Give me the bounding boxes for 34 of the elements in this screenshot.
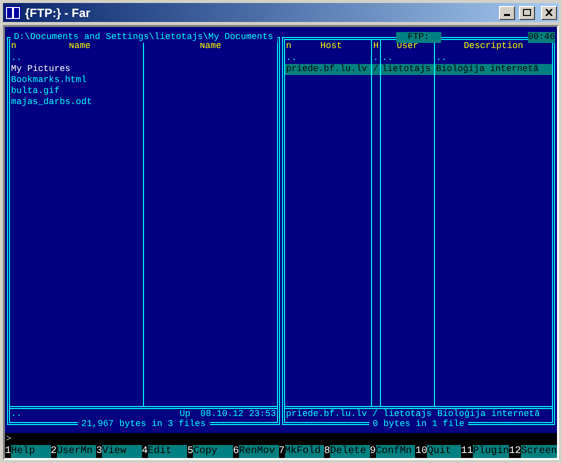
minimize-button[interactable] bbox=[499, 6, 515, 20]
panel-path: D:\Documents and Settings\lietotajs\My Documents bbox=[10, 32, 278, 43]
maximize-button[interactable] bbox=[519, 6, 535, 20]
panel-title: FTP: bbox=[396, 32, 442, 43]
info-name: .. bbox=[11, 409, 22, 420]
info-line: priede.bf.lu.lv / lietotajs Bioloģija internetā bbox=[286, 409, 540, 420]
column-header: H bbox=[372, 40, 380, 53]
info-type: Up bbox=[180, 409, 190, 420]
file-item[interactable]: My Pictures bbox=[10, 64, 143, 75]
window-title: {FTP:} - Far bbox=[25, 4, 92, 22]
table-cell[interactable]: .. bbox=[285, 53, 371, 64]
file-item[interactable]: majas_darbs.odt bbox=[10, 97, 143, 108]
view-mode-label: n bbox=[285, 40, 292, 53]
table-cell[interactable]: lietotajs bbox=[381, 64, 434, 75]
panel-summary: 21,967 bytes in 3 files bbox=[77, 419, 210, 430]
column-header: Description bbox=[462, 40, 524, 53]
close-icon bbox=[545, 9, 553, 16]
column-header: Name bbox=[200, 40, 222, 53]
column-header: Host bbox=[319, 40, 343, 53]
panel-summary: 0 bytes in 1 file bbox=[368, 419, 468, 430]
app-icon bbox=[5, 6, 21, 20]
close-button[interactable] bbox=[541, 6, 557, 20]
maximize-icon bbox=[523, 9, 531, 16]
clock: 00:46 bbox=[528, 32, 555, 43]
table-cell[interactable]: priede.bf.lu.lv bbox=[285, 64, 371, 75]
file-item[interactable]: Bookmarks.html bbox=[10, 75, 143, 86]
info-date: 08.10.12 23:53 bbox=[200, 409, 276, 420]
table-cell[interactable]: .. bbox=[435, 53, 552, 64]
table-cell[interactable]: . bbox=[372, 53, 380, 64]
table-cell[interactable]: / bbox=[372, 64, 380, 75]
table-cell[interactable]: Bioloģija internetā bbox=[435, 64, 552, 75]
table-cell[interactable]: .. bbox=[381, 53, 434, 64]
file-item[interactable]: .. bbox=[10, 53, 143, 64]
file-item[interactable]: bulta.gif bbox=[10, 86, 143, 97]
